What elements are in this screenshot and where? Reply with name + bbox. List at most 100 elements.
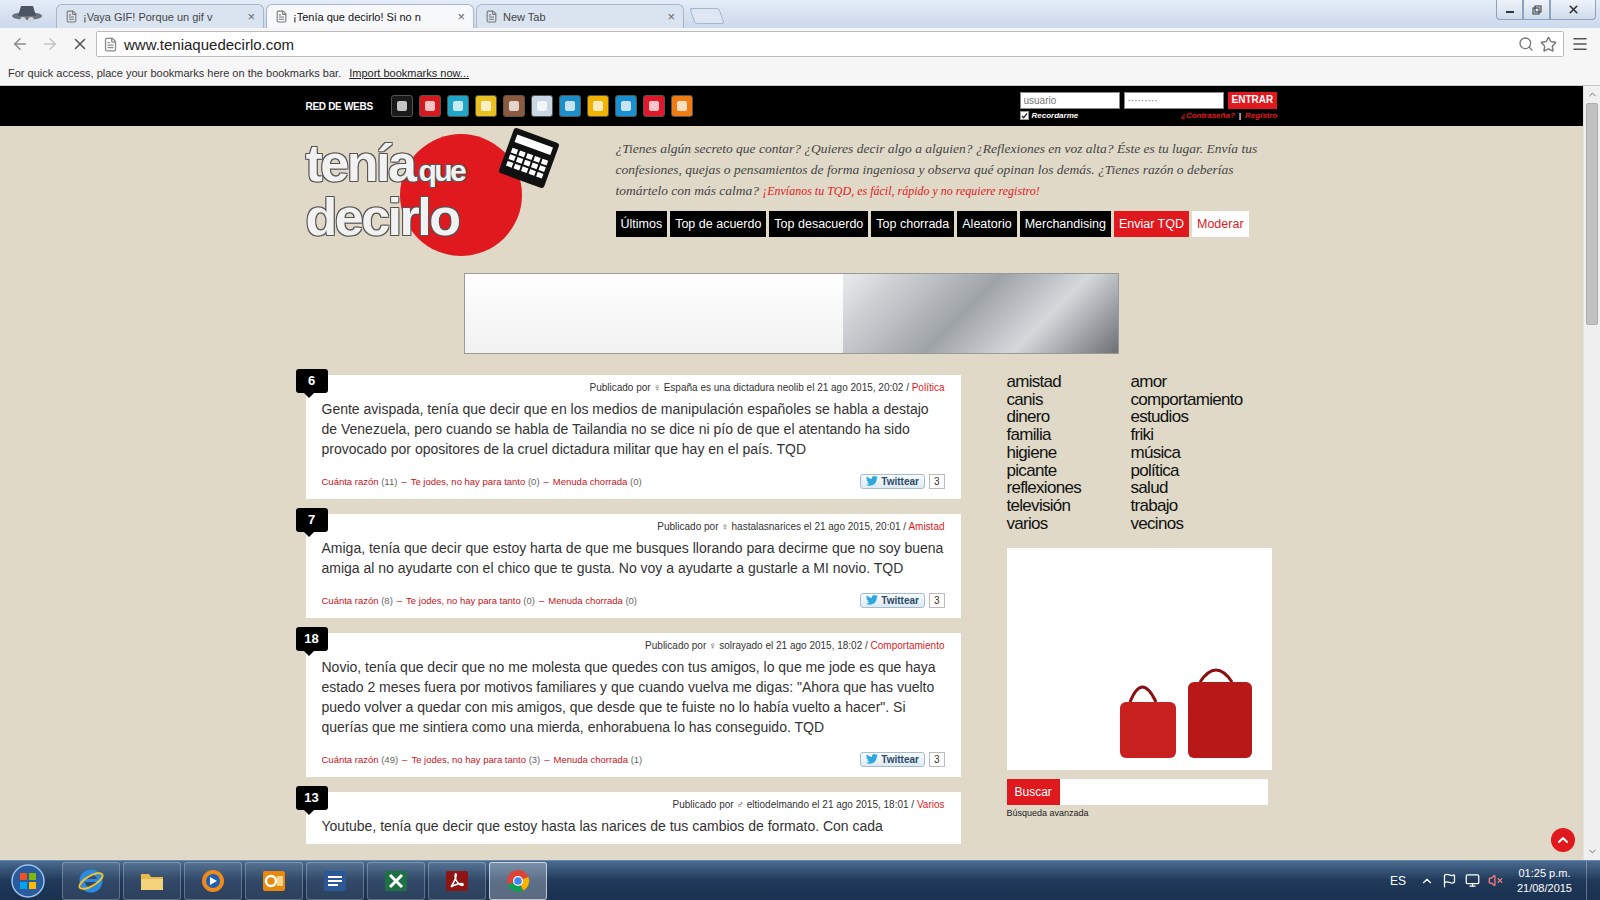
nav-button[interactable]: Enviar TQD xyxy=(1114,211,1189,237)
tag-link[interactable]: trabajo xyxy=(1131,497,1278,515)
tag-link[interactable]: canis xyxy=(1007,391,1131,409)
tag-link[interactable]: amistad xyxy=(1007,373,1131,391)
tab-close[interactable]: × xyxy=(247,9,255,24)
taskbar-app[interactable] xyxy=(62,862,120,900)
remember-checkbox[interactable] xyxy=(1020,111,1029,120)
import-bookmarks-link[interactable]: Import bookmarks now... xyxy=(349,67,469,79)
register-link[interactable]: Registro xyxy=(1245,111,1277,120)
bookmark-star-icon[interactable] xyxy=(1540,36,1557,53)
password-input[interactable] xyxy=(1124,92,1224,109)
scroll-thumb[interactable] xyxy=(1586,103,1598,325)
tag-link[interactable]: televisión xyxy=(1007,497,1131,515)
post-category[interactable]: Varios xyxy=(917,799,945,810)
maximize-button[interactable] xyxy=(1523,0,1550,20)
stop-button[interactable] xyxy=(66,30,94,58)
network-site-icon[interactable] xyxy=(559,95,581,117)
taskbar-app[interactable] xyxy=(184,862,242,900)
taskbar-app[interactable] xyxy=(306,862,364,900)
forgot-password-link[interactable]: ¿Contraseña? xyxy=(1181,111,1235,120)
search-input[interactable] xyxy=(1060,779,1268,805)
advanced-search-link[interactable]: Búsqueda avanzada xyxy=(1007,808,1278,818)
username-input[interactable] xyxy=(1020,92,1120,109)
taskbar-app[interactable] xyxy=(123,862,181,900)
vote-link[interactable]: Cuánta razón (8) xyxy=(322,595,393,606)
vote-link[interactable]: Cuánta razón (11) xyxy=(322,476,398,487)
nav-button[interactable]: Top chorrada xyxy=(871,211,954,237)
tag-link[interactable]: salud xyxy=(1131,479,1278,497)
post-category[interactable]: Amistad xyxy=(908,521,944,532)
tag-link[interactable]: comportamiento xyxy=(1131,391,1278,409)
zoom-icon[interactable] xyxy=(1518,36,1534,52)
taskbar-app[interactable] xyxy=(428,862,486,900)
show-desktop-button[interactable] xyxy=(1586,861,1600,900)
network-site-icon[interactable] xyxy=(503,95,525,117)
profile-badge[interactable] xyxy=(0,0,54,28)
show-hidden-icons-icon[interactable] xyxy=(1420,874,1434,888)
back-button[interactable] xyxy=(6,30,34,58)
clock[interactable]: 01:25 p.m.21/08/2015 xyxy=(1517,866,1572,896)
address-bar[interactable]: www.teniaquedecirlo.com xyxy=(96,31,1564,57)
start-button[interactable] xyxy=(0,861,56,900)
intro-cta[interactable]: ¡Envíanos tu TQD, es fácil, rápido y no … xyxy=(762,184,1039,198)
vote-link[interactable]: Te jodes, no hay para tanto (0) xyxy=(411,476,540,487)
nav-button[interactable]: Aleatorio xyxy=(957,211,1016,237)
tweet-button[interactable]: Twittear xyxy=(860,752,925,767)
nav-button[interactable]: Top desacuerdo xyxy=(769,211,868,237)
tag-link[interactable]: friki xyxy=(1131,426,1278,444)
taskbar-app[interactable] xyxy=(367,862,425,900)
tag-link[interactable]: amor xyxy=(1131,373,1278,391)
tag-link[interactable]: reflexiones xyxy=(1007,479,1131,497)
tag-link[interactable]: música xyxy=(1131,444,1278,462)
network-icon[interactable] xyxy=(1465,873,1480,888)
tag-link[interactable]: vecinos xyxy=(1131,515,1278,533)
close-button[interactable] xyxy=(1550,0,1596,20)
network-site-icon[interactable] xyxy=(587,95,609,117)
network-site-icon[interactable] xyxy=(419,95,441,117)
tag-link[interactable]: varios xyxy=(1007,515,1131,533)
search-button[interactable]: Buscar xyxy=(1007,779,1060,805)
forward-button[interactable] xyxy=(36,30,64,58)
tag-link[interactable]: estudios xyxy=(1131,408,1278,426)
tag-link[interactable]: higiene xyxy=(1007,444,1131,462)
nav-button[interactable]: Últimos xyxy=(616,211,668,237)
taskbar-app[interactable] xyxy=(489,862,547,900)
network-site-icon[interactable] xyxy=(391,95,413,117)
nav-button[interactable]: Merchandising xyxy=(1020,211,1111,237)
sidebar-ad[interactable] xyxy=(1007,548,1272,770)
network-site-icon[interactable] xyxy=(643,95,665,117)
tab-close[interactable]: × xyxy=(667,9,675,24)
vote-link[interactable]: Menuda chorrada (0) xyxy=(553,476,642,487)
nav-button[interactable]: Moderar xyxy=(1192,211,1249,237)
taskbar-app[interactable] xyxy=(245,862,303,900)
browser-tab[interactable]: ¡Vaya GIF! Porque un gif v× xyxy=(56,4,264,28)
menu-button[interactable] xyxy=(1566,30,1594,58)
scroll-up-arrow[interactable] xyxy=(1584,86,1600,103)
site-logo[interactable]: teníaquedecirlo xyxy=(306,126,562,254)
vote-link[interactable]: Te jodes, no hay para tanto (3) xyxy=(411,754,540,765)
network-site-icon[interactable] xyxy=(447,95,469,117)
tag-link[interactable]: dinero xyxy=(1007,408,1131,426)
browser-tab[interactable]: ¡Tenía que decirlo! Si no n× xyxy=(266,4,474,28)
action-center-icon[interactable] xyxy=(1442,873,1457,888)
network-site-icon[interactable] xyxy=(531,95,553,117)
new-tab-button[interactable] xyxy=(689,8,725,24)
vote-link[interactable]: Te jodes, no hay para tanto (0) xyxy=(406,595,535,606)
network-site-icon[interactable] xyxy=(615,95,637,117)
language-indicator[interactable]: ES xyxy=(1390,874,1406,888)
tag-link[interactable]: política xyxy=(1131,462,1278,480)
vote-link[interactable]: Cuánta razón (49) xyxy=(322,754,399,765)
vote-link[interactable]: Menuda chorrada (0) xyxy=(548,595,637,606)
post-category[interactable]: Política xyxy=(912,382,945,393)
network-site-icon[interactable] xyxy=(475,95,497,117)
tweet-button[interactable]: Twittear xyxy=(860,474,925,489)
nav-button[interactable]: Top de acuerdo xyxy=(670,211,766,237)
vote-link[interactable]: Menuda chorrada (1) xyxy=(554,754,643,765)
tag-link[interactable]: picante xyxy=(1007,462,1131,480)
minimize-button[interactable] xyxy=(1496,0,1523,20)
tag-link[interactable]: familia xyxy=(1007,426,1131,444)
login-button[interactable]: ENTRAR xyxy=(1228,92,1278,109)
browser-tab[interactable]: New Tab× xyxy=(476,4,684,28)
scroll-top-button[interactable] xyxy=(1551,828,1575,852)
network-site-icon[interactable] xyxy=(671,95,693,117)
volume-muted-icon[interactable] xyxy=(1488,873,1503,888)
